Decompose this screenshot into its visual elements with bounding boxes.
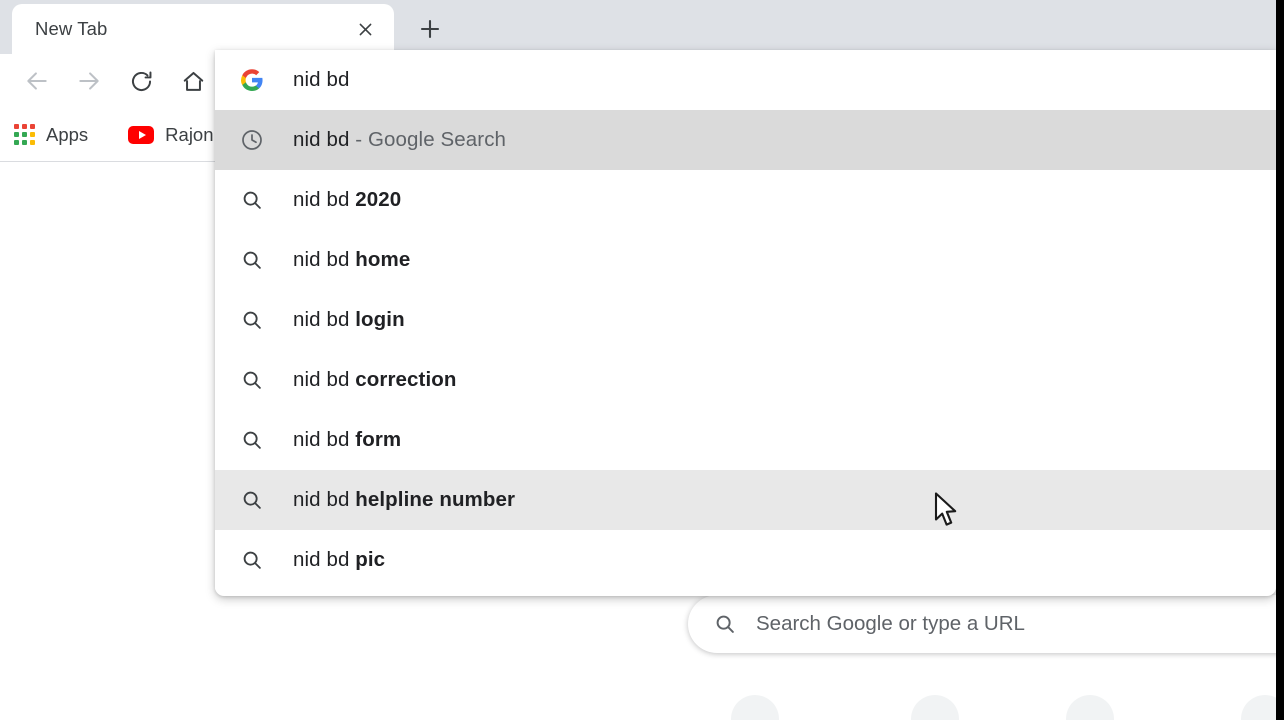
suggestion-row[interactable]: nid bd: [215, 50, 1276, 110]
ntp-search-box[interactable]: Search Google or type a URL: [688, 595, 1276, 653]
suggestion-row[interactable]: nid bd form: [215, 410, 1276, 470]
reload-icon[interactable]: [115, 55, 167, 107]
ntp-search-placeholder: Search Google or type a URL: [756, 612, 1025, 635]
youtube-icon: [128, 125, 155, 144]
search-icon: [237, 369, 267, 391]
browser-window: Search Google or type a URL New Tab Apps…: [0, 0, 1284, 720]
clock-icon: [237, 128, 267, 152]
arrow-right-icon[interactable]: [63, 55, 115, 107]
suggestion-text: nid bd home: [293, 248, 411, 271]
search-icon: [714, 613, 736, 635]
suggestion-text: nid bd 2020: [293, 188, 402, 211]
search-icon: [237, 309, 267, 331]
tab-title: New Tab: [35, 18, 108, 39]
shortcut-tile[interactable]: [1241, 695, 1276, 720]
mouse-cursor: [934, 492, 960, 535]
search-icon: [237, 249, 267, 271]
window-edge-strip: [1276, 0, 1284, 720]
suggestion-row-selected[interactable]: nid bd - Google Search: [215, 110, 1276, 170]
suggestion-row[interactable]: nid bd pic: [215, 530, 1276, 590]
bookmark-label: Apps: [46, 123, 89, 145]
bookmark-rajon[interactable]: Rajon: [120, 118, 221, 152]
bookmark-apps[interactable]: Apps: [6, 118, 96, 152]
search-icon: [237, 189, 267, 211]
suggestion-text: nid bd pic: [293, 548, 386, 571]
close-icon[interactable]: [352, 16, 378, 42]
suggestion-text: nid bd - Google Search: [293, 128, 507, 151]
shortcut-tile[interactable]: [1066, 695, 1114, 720]
suggestion-row[interactable]: nid bd login: [215, 290, 1276, 350]
search-icon: [237, 489, 267, 511]
arrow-left-icon[interactable]: [11, 55, 63, 107]
apps-grid-icon: [14, 124, 35, 145]
tab-strip: New Tab: [0, 0, 1276, 54]
suggestion-row[interactable]: nid bd home: [215, 230, 1276, 290]
bookmark-label: Rajon: [165, 123, 214, 145]
shortcut-tile[interactable]: [911, 695, 959, 720]
suggestion-row-hovered[interactable]: nid bd helpline number: [215, 470, 1276, 530]
suggestion-row[interactable]: nid bd correction: [215, 350, 1276, 410]
search-icon: [237, 549, 267, 571]
browser-tab-new-tab[interactable]: New Tab: [12, 4, 394, 54]
suggestion-row[interactable]: nid bd 2020: [215, 170, 1276, 230]
suggestion-text: nid bd: [293, 68, 350, 91]
suggestion-text: nid bd correction: [293, 368, 457, 391]
suggestion-text: nid bd helpline number: [293, 488, 516, 511]
shortcut-tile[interactable]: [731, 695, 779, 720]
suggestion-text: nid bd login: [293, 308, 405, 331]
google-g-icon: [237, 68, 267, 92]
plus-icon[interactable]: [408, 10, 452, 48]
suggestion-text: nid bd form: [293, 428, 402, 451]
omnibox-suggestions-dropdown: nid bd nid bd - Google Search nid bd 202…: [215, 50, 1276, 596]
search-icon: [237, 429, 267, 451]
home-icon[interactable]: [167, 55, 219, 107]
